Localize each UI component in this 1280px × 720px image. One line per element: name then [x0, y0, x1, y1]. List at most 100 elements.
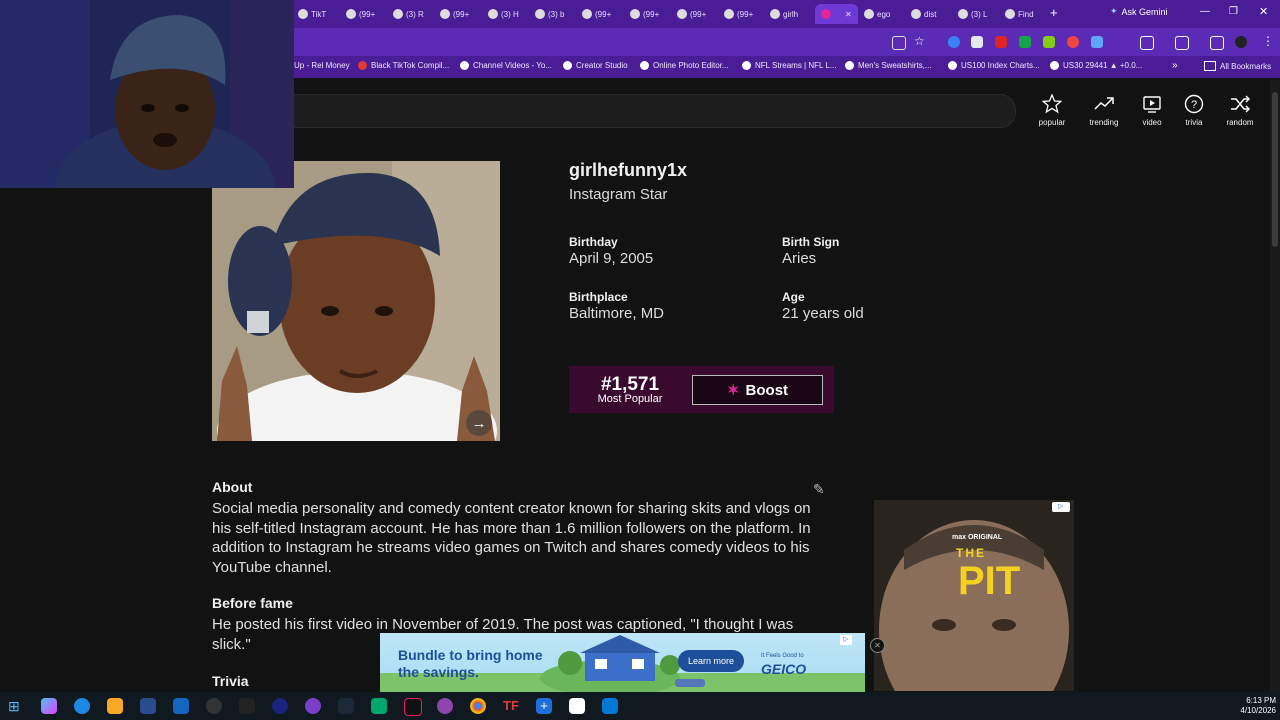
sidepanel-icon[interactable] [1175, 36, 1189, 50]
bookmark-item[interactable]: Black TikTok Compil... [358, 61, 449, 70]
birth-sign-value[interactable]: Aries [782, 250, 816, 267]
restore-window-button[interactable]: ❐ [1229, 6, 1238, 17]
new-tab-button[interactable]: + [1050, 5, 1058, 20]
store-icon[interactable] [140, 698, 156, 714]
chrome-profile-icon[interactable] [305, 698, 321, 714]
browser-tab[interactable]: (99+ [346, 4, 375, 24]
birthday-value[interactable]: April 9, 2005 [569, 250, 653, 267]
extension-icon[interactable] [1067, 36, 1079, 48]
tiktok-icon[interactable] [404, 698, 422, 716]
adchoices-icon[interactable]: ▷ [840, 635, 852, 645]
bookmark-item[interactable]: Online Photo Editor... [640, 61, 729, 70]
edge-icon[interactable] [74, 698, 90, 714]
downloads-icon[interactable] [1210, 36, 1224, 50]
bookmark-label: Channel Videos - Yo... [473, 61, 553, 70]
nav-trending[interactable]: trending [1082, 94, 1126, 127]
browser-tab[interactable]: (3) R [393, 4, 424, 24]
extension-icon[interactable] [948, 36, 960, 48]
adchoices-icon[interactable]: ▷ [1052, 502, 1070, 512]
nav-video[interactable]: video [1130, 94, 1174, 127]
tab-favicon-icon [821, 9, 831, 19]
system-clock[interactable]: 6:13 PM 4/10/2026 [1236, 696, 1276, 716]
birthplace-value[interactable]: Baltimore, MD [569, 305, 664, 322]
epic-games-icon[interactable] [239, 698, 255, 714]
bookmark-star-icon[interactable]: ☆ [914, 34, 925, 48]
learn-more-button[interactable]: Learn more [678, 650, 744, 672]
bookmark-item[interactable]: NFL Streams | NFL L... [742, 61, 837, 70]
about-text: Social media personality and comedy cont… [212, 500, 811, 576]
age-value: 21 years old [782, 305, 864, 322]
nav-random[interactable]: random [1218, 94, 1262, 127]
bookmark-label: Up - Rel Money [294, 61, 350, 70]
settings-icon[interactable] [206, 698, 222, 714]
extension-icon[interactable] [995, 36, 1007, 48]
bookmark-item[interactable]: US100 Index Charts... [948, 61, 1040, 70]
side-ad[interactable]: max ORIGINAL THE PIT ▷ [874, 500, 1074, 691]
app-icon[interactable] [602, 698, 618, 714]
browser-tab[interactable]: (99+ [630, 4, 659, 24]
extension-icon[interactable] [971, 36, 983, 48]
edit-pencil-icon[interactable]: ✎ [813, 481, 825, 498]
browser-tab[interactable]: (3) b [535, 4, 564, 24]
extension-icon[interactable] [1091, 36, 1103, 48]
close-window-button[interactable]: ✕ [1259, 5, 1268, 18]
bottom-ad[interactable]: Bundle to bring home the savings. Learn … [380, 633, 865, 693]
boost-button[interactable]: ✶ Boost [692, 375, 823, 405]
browser-tab[interactable]: (99+ [440, 4, 469, 24]
browser-tab[interactable]: girlh [770, 4, 798, 24]
file-explorer-icon[interactable] [107, 698, 123, 714]
nav-trivia[interactable]: ? trivia [1172, 94, 1216, 127]
browser-tab[interactable]: ✕ [815, 4, 858, 24]
extensions-puzzle-icon[interactable] [1140, 36, 1154, 50]
browser-tab[interactable]: ego [864, 4, 890, 24]
browser-tab[interactable]: (99+ [677, 4, 706, 24]
steam-icon[interactable] [338, 698, 354, 714]
tab-favicon-icon [724, 9, 734, 19]
app-icon[interactable] [437, 698, 453, 714]
bookmark-favicon-icon [358, 61, 367, 70]
chrome-icon[interactable] [470, 698, 486, 714]
browser-menu-icon[interactable]: ⋮ [1262, 34, 1274, 48]
browser-tab[interactable]: dist [911, 4, 936, 24]
app-icon[interactable]: + [536, 698, 552, 714]
mail-icon[interactable] [173, 698, 189, 714]
scrollbar-thumb[interactable] [1272, 92, 1278, 247]
ask-gemini-button[interactable]: ✦ Ask Gemini [1110, 6, 1168, 17]
close-ad-icon[interactable]: ✕ [870, 638, 885, 653]
profile-avatar[interactable] [1235, 36, 1247, 48]
tab-label: (3) H [501, 9, 519, 19]
tab-favicon-icon [958, 9, 968, 19]
app-icon[interactable] [569, 698, 585, 714]
site-search-input[interactable] [270, 94, 1016, 128]
bookmark-item[interactable]: Up - Rel Money [294, 61, 350, 70]
close-tab-icon[interactable]: ✕ [845, 10, 852, 19]
gemini-icon: ✦ [1110, 6, 1118, 16]
tab-label: (3) L [971, 9, 988, 19]
bookmark-item[interactable]: Men's Sweatshirts,... [845, 61, 932, 70]
bookmark-item[interactable]: US30 29441 ▲ +0.0... [1050, 61, 1142, 70]
browser-tab[interactable]: (3) H [488, 4, 519, 24]
tab-label: dist [924, 9, 937, 19]
browser-tab[interactable]: (99+ [582, 4, 611, 24]
all-bookmarks-button[interactable]: All Bookmarks [1204, 61, 1271, 71]
bookmarks-overflow-icon[interactable]: » [1172, 60, 1178, 71]
extension-icon[interactable] [1043, 36, 1055, 48]
minimize-window-button[interactable]: — [1200, 6, 1210, 17]
bookmark-label: Online Photo Editor... [653, 61, 729, 70]
bookmark-item[interactable]: Channel Videos - Yo... [460, 61, 552, 70]
bookmark-item[interactable]: Creator Studio [563, 61, 628, 70]
next-photo-arrow-icon[interactable]: → [466, 410, 492, 436]
cast-icon[interactable] [892, 36, 906, 50]
browser-tab[interactable]: TikT [298, 4, 326, 24]
browser-tab[interactable]: (3) L [958, 4, 987, 24]
browser-tab[interactable]: Find [1005, 4, 1034, 24]
address-bar[interactable]: ml [280, 32, 880, 52]
app-icon[interactable] [371, 698, 387, 714]
app-icon[interactable]: TF [503, 698, 519, 714]
app-icon[interactable] [272, 698, 288, 714]
nav-popular[interactable]: popular [1030, 94, 1074, 127]
start-button[interactable]: ⊞ [8, 698, 24, 714]
copilot-icon[interactable] [41, 698, 57, 714]
extension-icon[interactable] [1019, 36, 1031, 48]
browser-tab[interactable]: (99+ [724, 4, 753, 24]
